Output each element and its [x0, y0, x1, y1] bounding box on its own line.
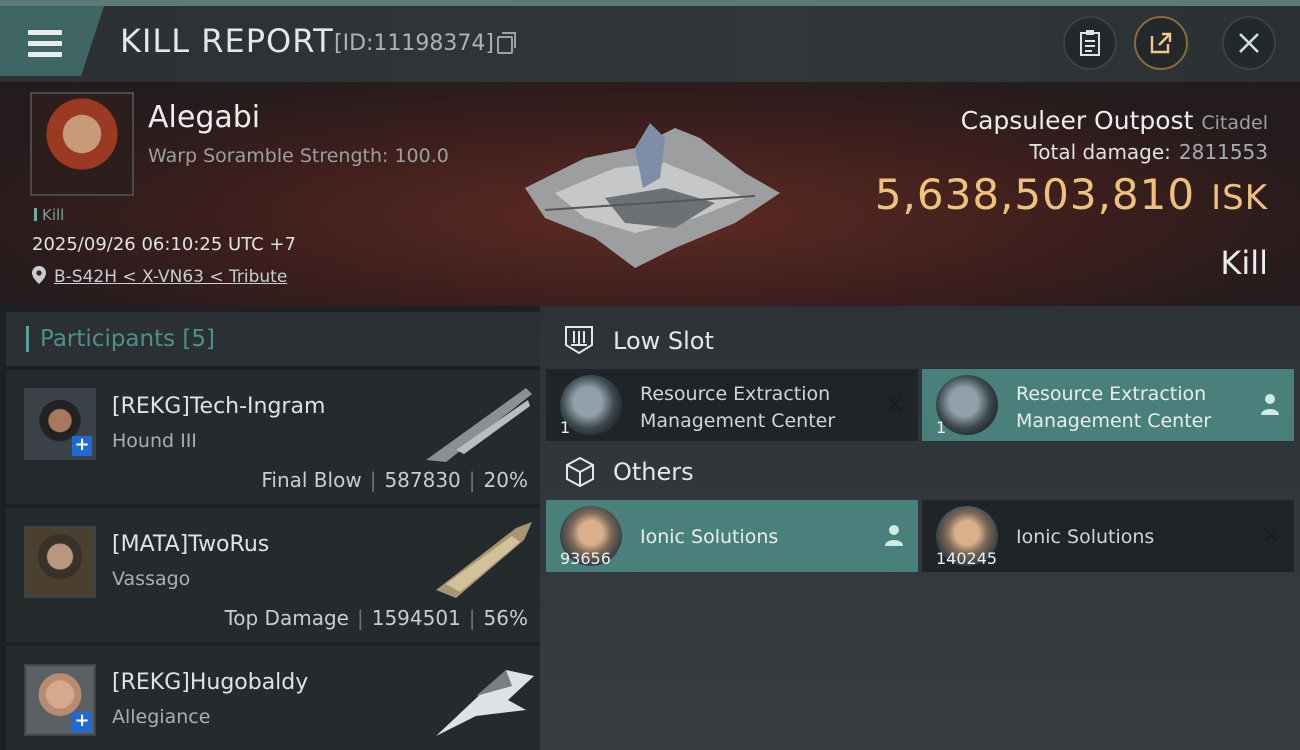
participant-row[interactable]: [MATA]TwoRus Vassago Top Damage | 1594501 |…: [6, 508, 540, 642]
dropped-person-icon: [1261, 394, 1279, 415]
others-title: Others: [613, 458, 694, 486]
participant-ship: Hound III: [112, 430, 197, 452]
structure-image: [525, 123, 780, 268]
share-icon: [1150, 32, 1172, 54]
target-type: Capsuleer Outpost: [960, 106, 1194, 135]
participant-ship-image: [436, 670, 534, 736]
participant-damage: 1594501: [371, 606, 461, 630]
participant-damage: 587830: [384, 468, 461, 492]
item-name: Ionic Solutions: [640, 526, 779, 548]
item-card[interactable]: 140245 Ionic Solutions ✕: [922, 500, 1294, 572]
item-quantity: 1: [560, 418, 571, 437]
destroyed-icon: ✕: [1261, 524, 1280, 549]
participant-ship-image: [436, 522, 532, 598]
clipboard-icon: [1080, 30, 1100, 56]
item-quantity: 1: [936, 418, 947, 437]
location-pin-icon: [32, 266, 46, 284]
low-slot-title: Low Slot: [613, 327, 714, 355]
kill-tag: Kill: [34, 206, 64, 224]
participant-percent: 20%: [483, 468, 528, 492]
total-damage: Total damage: 2811553: [1029, 140, 1268, 164]
target-name: Capsuleer Outpost Citadel: [961, 106, 1268, 135]
item-name-line2: Management Center: [1016, 410, 1212, 432]
victim-subtitle: Warp Soramble Strength: 100.0: [148, 145, 449, 167]
item-quantity: 93656: [560, 549, 611, 568]
share-button[interactable]: [1134, 16, 1188, 70]
item-name: Resource Extraction Management Center: [640, 381, 835, 435]
page-title: KILL REPORT: [120, 22, 334, 60]
item-name: Ionic Solutions: [1016, 526, 1155, 548]
participants-header: Participants [5]: [6, 312, 540, 366]
victim-portrait[interactable]: [30, 92, 134, 196]
total-damage-label: Total damage:: [1029, 140, 1171, 164]
participant-row[interactable]: + [REKG]Tech-Ingram Hound III Final Blow…: [6, 370, 540, 504]
participant-role: Final Blow: [261, 468, 362, 492]
close-button[interactable]: [1222, 16, 1276, 70]
participant-stats: Top Damage | 1594501 | 56%: [224, 606, 528, 630]
isk-amount: 5,638,503,810: [874, 170, 1196, 219]
add-contact-icon[interactable]: +: [72, 436, 92, 456]
clipboard-button[interactable]: [1063, 16, 1117, 70]
item-quantity: 140245: [936, 549, 998, 568]
participant-ship: Vassago: [112, 568, 191, 590]
dropped-person-icon: [885, 525, 903, 546]
item-name-line1: Resource Extraction: [1016, 383, 1207, 405]
item-card[interactable]: 93656 Ionic Solutions: [546, 500, 918, 572]
participants-title: Participants: [40, 326, 176, 352]
copy-icon[interactable]: [497, 32, 516, 54]
item-card[interactable]: 1 Resource Extraction Management Center ✕: [546, 369, 918, 441]
kill-time: 2025/09/26 06:10:25 UTC +7: [32, 234, 296, 255]
close-icon: [1239, 33, 1259, 53]
victim-name[interactable]: Alegabi: [148, 100, 260, 135]
item-name-line2: Management Center: [640, 410, 836, 432]
participant-name: [REKG]Hugobaldy: [112, 670, 309, 695]
item-name: Resource Extraction Management Center: [1016, 381, 1211, 435]
participant-ship-image: [426, 388, 532, 462]
total-damage-value: 2811553: [1178, 140, 1268, 164]
others-cube-icon: [566, 456, 594, 488]
add-contact-icon[interactable]: +: [72, 712, 92, 732]
target-class: Citadel: [1201, 112, 1268, 134]
participant-stats: Final Blow | 587830 | 20%: [261, 468, 528, 492]
isk-value: 5,638,503,810 ISK: [875, 170, 1268, 219]
kill-location-link[interactable]: B-S42H < X-VN63 < Tribute: [54, 267, 287, 287]
low-slot-icon: [565, 326, 593, 355]
participant-row[interactable]: + [REKG]Hugobaldy Allegiance: [6, 646, 540, 750]
top-accent-line: [0, 0, 1300, 6]
destroyed-icon: ✕: [885, 393, 904, 418]
participant-ship: Allegiance: [112, 706, 211, 728]
participant-role: Top Damage: [224, 606, 349, 630]
participant-avatar: [24, 526, 96, 598]
isk-unit: ISK: [1211, 178, 1268, 218]
participant-name: [REKG]Tech-Ingram: [112, 394, 326, 419]
report-id: [ID:11198374]: [334, 31, 494, 56]
item-card[interactable]: 1 Resource Extraction Management Center: [922, 369, 1294, 441]
participant-name: [MATA]TwoRus: [112, 532, 270, 557]
menu-icon: [28, 30, 64, 60]
participants-count: [5]: [182, 326, 216, 352]
item-name-line1: Resource Extraction: [640, 383, 831, 405]
result-label: Kill: [1220, 244, 1268, 282]
participant-percent: 56%: [483, 606, 528, 630]
